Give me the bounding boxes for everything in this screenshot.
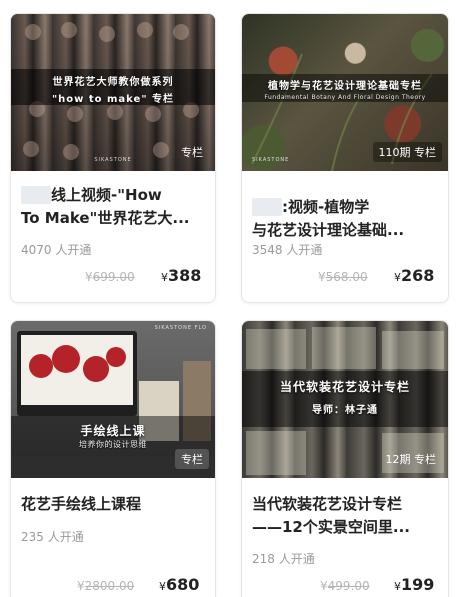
course-card[interactable]: 世界花艺大师教你做系列 "how to make" 专栏 SIKASTONE 专… [10, 13, 216, 303]
cover-title: 手绘线上课 [80, 424, 146, 438]
column-badge: 110期 专栏 [372, 142, 442, 162]
course-cover-image[interactable]: 当代软装花艺设计专栏 导师：林子通 12期 专栏 [242, 321, 448, 478]
column-badge: 专栏 [175, 449, 209, 469]
cover-subtitle: 导师：林子通 [312, 405, 378, 416]
subscriber-count: 3548 人开通 [252, 243, 323, 257]
current-price: ¥680 [159, 575, 200, 594]
cover-title: 当代软装花艺设计专栏 [279, 380, 410, 394]
course-title[interactable]: 遮盖线上视频-"How To Make"世界花艺大... [21, 184, 205, 230]
current-price: ¥388 [161, 266, 202, 285]
current-price: ¥268 [394, 266, 435, 285]
course-card[interactable]: 植物学与花艺设计理论基础专栏 Fundamental Botany And Fl… [241, 13, 449, 303]
column-badge: 专栏 [181, 146, 203, 159]
subscriber-count: 235 人开通 [21, 530, 84, 544]
course-card[interactable]: 手绘线上课 培养你的设计思维 SIKASTONE FLO 专栏 花艺手绘线上课程… [10, 320, 216, 597]
subscriber-count: 218 人开通 [252, 552, 315, 566]
course-cover-image[interactable]: 世界花艺大师教你做系列 "how to make" 专栏 SIKASTONE 专… [11, 14, 215, 171]
course-title[interactable]: 遮盖:视频-植物学 与花艺设计理论基础... [252, 196, 438, 242]
original-price: ¥568.00 [318, 270, 368, 284]
cover-brand: SIKASTONE FLO [154, 325, 207, 331]
column-badge: 12期 专栏 [385, 453, 437, 466]
cover-title: 世界花艺大师教你做系列 [52, 77, 174, 88]
original-price: ¥2800.00 [77, 579, 135, 593]
course-card[interactable]: 当代软装花艺设计专栏 导师：林子通 12期 专栏 当代软装花艺设计专栏 ——12… [241, 320, 449, 597]
original-price: ¥499.00 [320, 579, 370, 593]
current-price: ¥199 [394, 575, 435, 594]
cover-subtitle: Fundamental Botany And Floral Design The… [264, 94, 426, 101]
course-cover-image[interactable]: 植物学与花艺设计理论基础专栏 Fundamental Botany And Fl… [242, 14, 448, 171]
original-price: ¥699.00 [85, 270, 135, 284]
course-cover-image[interactable]: 手绘线上课 培养你的设计思维 SIKASTONE FLO 专栏 [11, 321, 215, 478]
cover-subtitle: "how to make" 专栏 [51, 94, 175, 105]
obscured-title-prefix: 遮盖 [252, 198, 283, 216]
obscured-title-prefix: 遮盖 [21, 186, 52, 204]
course-title[interactable]: 花艺手绘线上课程 [21, 493, 205, 516]
cover-title: 植物学与花艺设计理论基础专栏 [268, 81, 422, 92]
course-title[interactable]: 当代软装花艺设计专栏 ——12个实景空间里... [252, 493, 438, 539]
subscriber-count: 4070 人开通 [21, 243, 92, 257]
